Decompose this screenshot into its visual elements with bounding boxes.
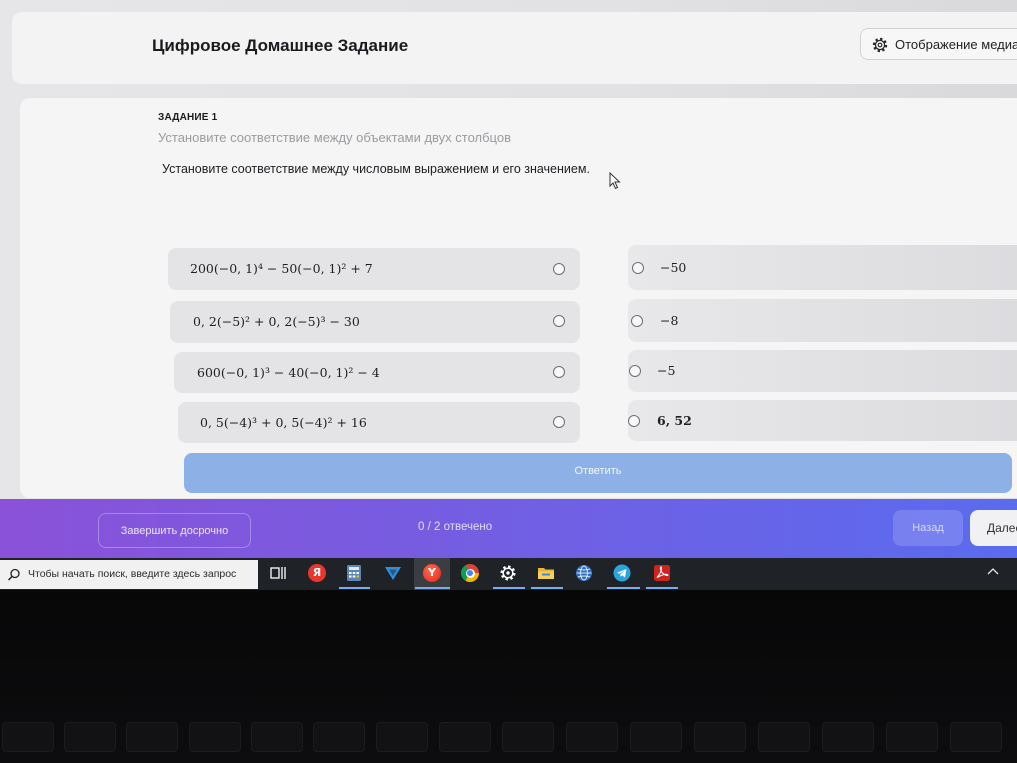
- running-indicator: [415, 587, 450, 589]
- search-placeholder: Чтобы начать поиск, введите здесь запрос: [28, 568, 237, 580]
- expression-text: 600(−0, 1)³ − 40(−0, 1)² − 4: [197, 365, 380, 380]
- value-text: −8: [660, 313, 679, 328]
- search-icon: [7, 568, 20, 581]
- keyboard-key: [694, 722, 746, 752]
- telegram-icon[interactable]: [613, 564, 631, 582]
- left-item-radio[interactable]: [553, 315, 565, 327]
- left-item-row[interactable]: 200(−0, 1)⁴ − 50(−0, 1)² + 7: [168, 248, 580, 290]
- chevron-up-icon[interactable]: [987, 566, 999, 576]
- settings-icon[interactable]: [499, 564, 517, 582]
- next-button[interactable]: Далее: [970, 510, 1017, 546]
- value-text: 6, 52: [657, 413, 692, 428]
- keyboard-key: [189, 722, 241, 752]
- keyboard-key: [822, 722, 874, 752]
- left-item-radio[interactable]: [553, 263, 565, 275]
- task-type-hint: Установите соответствие между объектами …: [158, 130, 511, 145]
- right-item-row[interactable]: −50: [628, 245, 1017, 290]
- file-explorer-icon[interactable]: [537, 564, 555, 582]
- value-text: −50: [660, 260, 687, 275]
- keyboard-key: [376, 722, 428, 752]
- running-indicator: [531, 587, 563, 589]
- left-item-radio[interactable]: [553, 366, 565, 378]
- keyboard-key: [251, 722, 303, 752]
- running-indicator: [339, 587, 370, 589]
- keyboard-key: [886, 722, 938, 752]
- chrome-icon[interactable]: [461, 564, 479, 582]
- expression-text: 0, 5(−4)³ + 0, 5(−4)² + 16: [200, 415, 367, 430]
- finish-early-button[interactable]: Завершить досрочно: [98, 513, 251, 548]
- right-item-row[interactable]: −5: [628, 350, 1017, 392]
- right-item-row[interactable]: −8: [628, 299, 1017, 342]
- mouse-cursor-icon: [609, 172, 621, 190]
- yandex-icon[interactable]: Я: [308, 564, 326, 582]
- expression-text: 200(−0, 1)⁴ − 50(−0, 1)² + 7: [190, 261, 373, 276]
- v-app-icon[interactable]: [384, 564, 402, 582]
- task-question: Установите соответствие между числовым в…: [162, 162, 590, 176]
- right-item-row[interactable]: 6, 52: [628, 400, 1017, 441]
- value-text: −5: [657, 363, 676, 378]
- right-item-radio[interactable]: [629, 365, 641, 377]
- keyboard-key: [126, 722, 178, 752]
- left-item-row[interactable]: 0, 5(−4)³ + 0, 5(−4)² + 16: [178, 402, 580, 443]
- progress-counter: 0 / 2 отвечено: [418, 521, 493, 533]
- gear-icon: [872, 37, 888, 53]
- keyboard-key: [950, 722, 1002, 752]
- left-item-radio[interactable]: [553, 416, 565, 428]
- right-item-radio[interactable]: [632, 262, 644, 274]
- calculator-icon[interactable]: [345, 564, 363, 582]
- running-indicator: [646, 587, 678, 589]
- keyboard-key: [758, 722, 810, 752]
- right-item-radio[interactable]: [628, 415, 640, 427]
- yandex-browser-icon[interactable]: Y: [423, 564, 441, 582]
- acrobat-icon[interactable]: [653, 564, 671, 582]
- keyboard-key: [64, 722, 116, 752]
- finish-early-label: Завершить досрочно: [120, 525, 229, 537]
- page-title: Цифровое Домашнее Задание: [152, 36, 409, 55]
- answer-button[interactable]: Ответить: [184, 453, 1012, 493]
- next-button-label: Далее: [987, 521, 1017, 535]
- answer-button-label: Ответить: [574, 465, 622, 477]
- chrome-icon-center: [467, 570, 473, 576]
- right-item-radio[interactable]: [631, 315, 643, 327]
- running-indicator: [493, 587, 525, 589]
- expression-text: 0, 2(−5)² + 0, 2(−5)³ − 30: [193, 314, 360, 329]
- left-item-row[interactable]: 0, 2(−5)² + 0, 2(−5)³ − 30: [170, 301, 580, 343]
- running-indicator: [607, 587, 640, 589]
- keyboard-key: [630, 722, 682, 752]
- keyboard-key: [566, 722, 618, 752]
- globe-icon[interactable]: [575, 564, 593, 582]
- media-display-label: Отображение медиа: [895, 37, 1017, 52]
- media-display-button[interactable]: Отображение медиа: [860, 28, 1017, 60]
- task-number: ЗАДАНИЕ 1: [158, 112, 218, 123]
- back-button[interactable]: Назад: [893, 510, 963, 546]
- keyboard-key: [502, 722, 554, 752]
- yandex-logo-letter: Я: [312, 566, 322, 579]
- yandex-browser-logo-letter: Y: [428, 566, 436, 579]
- keyboard-key: [313, 722, 365, 752]
- task-view-icon[interactable]: [269, 564, 287, 582]
- taskbar-search-box[interactable]: Чтобы начать поиск, введите здесь запрос: [0, 560, 258, 589]
- keyboard-key: [2, 722, 54, 752]
- back-button-label: Назад: [912, 522, 944, 534]
- left-item-row[interactable]: 600(−0, 1)³ − 40(−0, 1)² − 4: [174, 352, 580, 393]
- keyboard-key: [439, 722, 491, 752]
